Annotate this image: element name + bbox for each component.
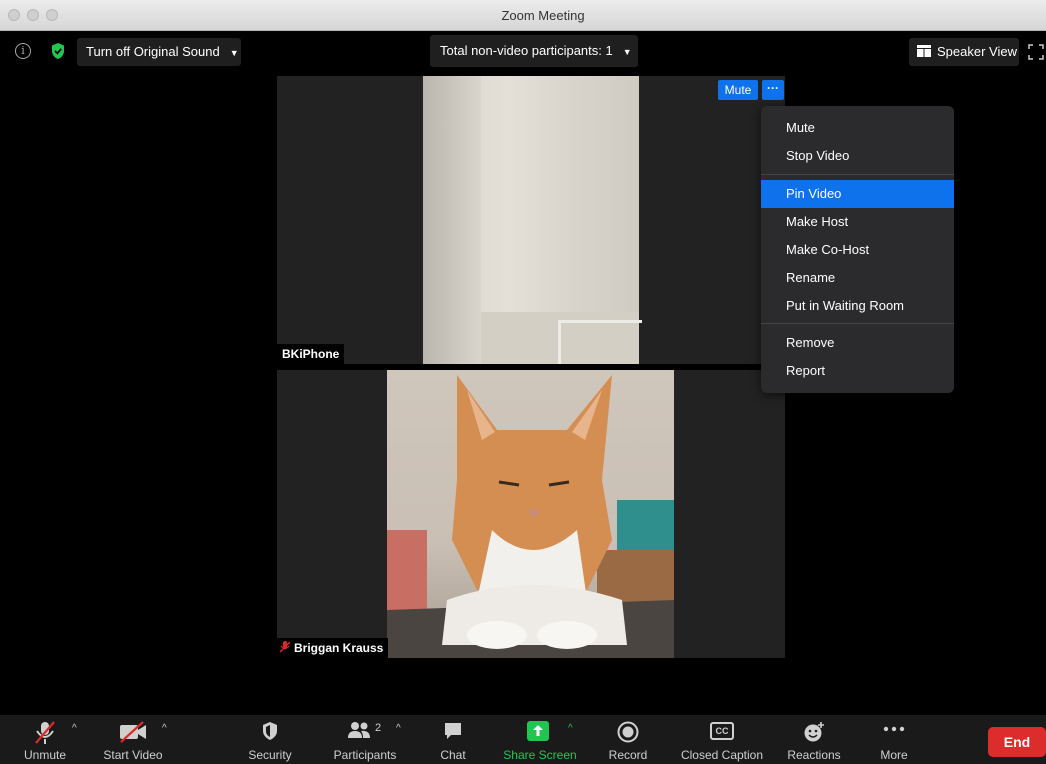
record-icon <box>617 721 639 743</box>
end-meeting-button[interactable]: End <box>988 727 1046 757</box>
non-video-participants-label: Total non-video participants: 1 <box>440 43 613 58</box>
chevron-up-icon[interactable]: ^ <box>162 723 167 734</box>
record-label: Record <box>608 748 648 762</box>
participants-count: 2 <box>375 722 382 734</box>
menu-item-remove[interactable]: Remove <box>761 329 954 357</box>
chat-label: Chat <box>440 748 466 762</box>
more-label: More <box>880 748 908 762</box>
participants-button[interactable]: 2 ^ Participants <box>320 715 410 764</box>
info-icon[interactable]: i <box>15 43 31 59</box>
security-label: Security <box>248 748 292 762</box>
video-tile-briggan-krauss[interactable]: Briggan Krauss <box>277 370 785 658</box>
shield-check-icon[interactable] <box>50 42 66 60</box>
non-video-participants-dropdown[interactable]: Total non-video participants: 1 ▼ <box>430 35 638 67</box>
closed-caption-icon: CC <box>710 722 734 740</box>
menu-item-stop-video[interactable]: Stop Video <box>761 142 954 170</box>
speaker-view-button[interactable]: Speaker View <box>909 38 1019 66</box>
unmute-button[interactable]: ^ Unmute <box>10 715 80 764</box>
chat-button[interactable]: Chat <box>430 715 476 764</box>
security-button[interactable]: Security <box>240 715 300 764</box>
more-dots-icon <box>883 726 905 732</box>
menu-item-report[interactable]: Report <box>761 357 954 385</box>
start-video-button[interactable]: ^ Start Video <box>88 715 178 764</box>
closed-caption-button[interactable]: CC Closed Caption <box>674 715 770 764</box>
record-button[interactable]: Record <box>600 715 656 764</box>
participant-name-label: Briggan Krauss <box>294 641 384 655</box>
video-tile-bkiphone[interactable]: BKiPhone <box>277 76 785 364</box>
reactions-button[interactable]: Reactions <box>782 715 846 764</box>
share-screen-icon <box>527 721 549 741</box>
video-off-icon <box>120 721 146 743</box>
original-sound-button[interactable]: Turn off Original Sound ▼ <box>77 38 241 66</box>
menu-divider <box>761 174 954 175</box>
menu-item-pin-video[interactable]: Pin Video <box>761 180 954 208</box>
muted-mic-icon <box>279 641 291 653</box>
participant-name-tag: BKiPhone <box>277 344 345 364</box>
video-feed-bkiphone <box>423 76 642 364</box>
menu-item-rename[interactable]: Rename <box>761 264 954 292</box>
participant-more-button[interactable]: ··· <box>762 80 784 100</box>
menu-item-make-co-host[interactable]: Make Co-Host <box>761 236 954 264</box>
closed-caption-label: Closed Caption <box>680 748 764 762</box>
more-button[interactable]: More <box>866 715 922 764</box>
share-screen-button[interactable]: ^ Share Screen <box>498 715 582 764</box>
participant-mute-button[interactable]: Mute <box>718 80 758 100</box>
menu-divider <box>761 323 954 324</box>
shield-icon <box>263 722 277 740</box>
unmute-label: Unmute <box>23 748 67 762</box>
add-reaction-icon <box>804 722 824 742</box>
window-titlebar: Zoom Meeting <box>0 0 1046 31</box>
participants-label: Participants <box>333 748 397 762</box>
speaker-view-label: Speaker View <box>937 44 1017 59</box>
share-screen-label: Share Screen <box>503 748 577 762</box>
participant-context-menu: Mute Stop Video Pin Video Make Host Make… <box>761 106 954 393</box>
fullscreen-icon[interactable] <box>1028 44 1044 60</box>
window-title: Zoom Meeting <box>501 8 585 23</box>
reactions-label: Reactions <box>787 748 841 762</box>
video-feed-cat <box>387 370 674 658</box>
meeting-toolbar: ^ Unmute ^ Start Video Security 2 ^ Part… <box>0 715 1046 764</box>
chevron-down-icon: ▼ <box>229 47 239 58</box>
menu-item-mute[interactable]: Mute <box>761 114 954 142</box>
chat-icon <box>445 723 461 739</box>
start-video-label: Start Video <box>103 748 163 762</box>
chevron-up-icon[interactable]: ^ <box>568 723 573 734</box>
menu-item-put-in-waiting-room[interactable]: Put in Waiting Room <box>761 292 954 320</box>
grid-view-icon <box>917 45 931 57</box>
menu-item-make-host[interactable]: Make Host <box>761 208 954 236</box>
cat-image <box>387 375 674 658</box>
chevron-down-icon: ▼ <box>622 46 632 57</box>
meeting-topbar: i Turn off Original Sound ▼ Total non-vid… <box>0 31 1046 73</box>
muted-mic-icon <box>35 721 55 744</box>
chevron-up-icon[interactable]: ^ <box>72 723 77 734</box>
participant-name-tag: Briggan Krauss <box>277 638 389 658</box>
participants-icon <box>348 722 370 738</box>
original-sound-label: Turn off Original Sound <box>86 44 220 59</box>
chevron-up-icon[interactable]: ^ <box>396 723 401 734</box>
